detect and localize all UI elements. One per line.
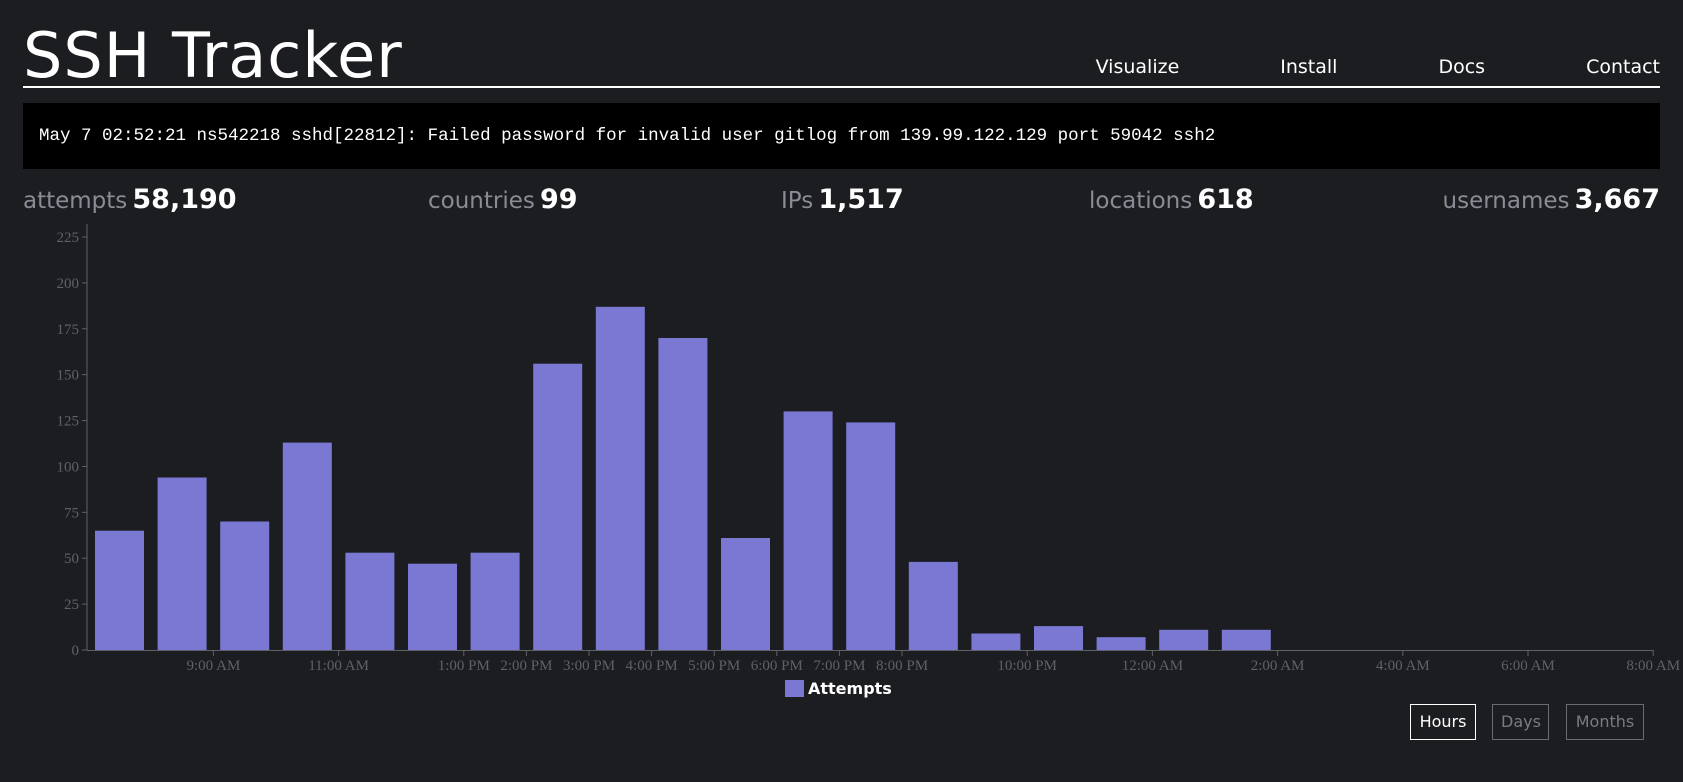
y-tick-label: 125 — [57, 414, 80, 430]
stat-value: 99 — [539, 184, 578, 215]
chart-bar — [783, 411, 833, 650]
chart-bar — [1096, 637, 1146, 650]
chart-bar — [1034, 626, 1083, 650]
y-tick-label: 175 — [57, 322, 80, 338]
stat-value: 58,190 — [132, 184, 237, 215]
y-tick-label: 100 — [57, 459, 80, 475]
y-tick-label: 75 — [64, 505, 79, 521]
chart-bar — [533, 363, 583, 650]
x-tick-label: 7:00 PM — [813, 658, 865, 672]
x-tick-label: 1:00 PM — [438, 658, 490, 672]
chart-bar — [282, 442, 332, 650]
chart-bar — [846, 422, 896, 650]
y-tick-label: 25 — [64, 597, 79, 613]
x-tick-label: 3:00 PM — [563, 658, 615, 672]
chart-bar — [220, 521, 270, 650]
y-tick-label: 225 — [57, 230, 80, 246]
chart-legend[interactable]: Attempts — [785, 678, 892, 698]
y-tick-label: 50 — [64, 551, 79, 567]
stat-label: locations — [1089, 188, 1193, 214]
x-tick-label: 5:00 PM — [688, 658, 740, 672]
chart-bar — [721, 538, 770, 650]
stat-ips: IPs 1,517 — [781, 183, 904, 220]
stat-usernames: usernames 3,667 — [1443, 183, 1660, 220]
x-tick-label: 2:00 AM — [1251, 658, 1305, 672]
x-tick-label: 6:00 PM — [751, 658, 803, 672]
legend-label: Attempts — [808, 678, 892, 698]
site-header: SSH Tracker Visualize Install Docs Conta… — [23, 0, 1660, 92]
x-tick-label: 6:00 AM — [1501, 658, 1555, 672]
site-title[interactable]: SSH Tracker — [23, 18, 403, 94]
y-tick-label: 200 — [57, 276, 80, 292]
live-log-panel: May 7 02:52:21 ns542218 sshd[22812]: Fai… — [23, 103, 1660, 169]
chart-bar — [157, 477, 207, 650]
chart-bar — [95, 530, 144, 650]
chart-bar — [408, 563, 457, 650]
legend-swatch — [785, 679, 804, 697]
range-days-button[interactable]: Days — [1492, 704, 1549, 740]
stat-value: 3,667 — [1574, 184, 1660, 215]
y-tick-label: 150 — [57, 368, 80, 384]
nav-link-contact[interactable]: Contact — [1586, 55, 1660, 79]
stat-label: usernames — [1442, 188, 1570, 214]
chart-bar — [470, 552, 520, 650]
stat-countries: countries 99 — [428, 183, 578, 220]
log-line: May 7 02:52:21 ns542218 sshd[22812]: Fai… — [39, 126, 1216, 146]
chart-bar — [595, 306, 645, 650]
main-nav: Visualize Install Docs Contact — [995, 55, 1660, 79]
chart-bar — [971, 633, 1021, 650]
x-tick-label: 11:00 AM — [308, 658, 369, 672]
x-tick-label: 12:00 AM — [1122, 658, 1183, 672]
attempts-chart-svg: 0 25 50 75 100 125 150 175 200 225 9:00 AM 11:00 AM… — [57, 224, 1680, 672]
chart-bar — [1159, 629, 1209, 650]
chart-bar — [1221, 629, 1271, 650]
attempts-chart: 0 25 50 75 100 125 150 175 200 225 9:00 AM 11:00 AM… — [0, 222, 1683, 712]
stat-attempts: attempts 58,190 — [23, 183, 237, 220]
stat-label: IPs — [781, 188, 814, 214]
stat-value: 1,517 — [818, 184, 904, 215]
chart-bar — [908, 561, 958, 650]
nav-link-visualize[interactable]: Visualize — [1096, 55, 1180, 79]
stat-value: 618 — [1197, 184, 1254, 215]
page: SSH Tracker Visualize Install Docs Conta… — [0, 0, 1683, 782]
stat-label: attempts — [23, 188, 128, 214]
x-tick-label: 9:00 AM — [187, 658, 241, 672]
chart-bar — [345, 552, 395, 650]
x-tick-label: 8:00 AM — [1626, 658, 1680, 672]
y-tick-label: 0 — [72, 643, 80, 659]
chart-bar — [658, 338, 708, 650]
x-tick-label: 4:00 PM — [626, 658, 678, 672]
stat-label: countries — [428, 188, 535, 214]
range-hours-button[interactable]: Hours — [1410, 704, 1476, 740]
nav-link-install[interactable]: Install — [1280, 55, 1337, 79]
stats-bar: attempts 58,190 countries 99 IPs 1,517 l… — [23, 183, 1660, 217]
x-tick-label: 10:00 PM — [997, 658, 1057, 672]
x-tick-label: 8:00 PM — [876, 658, 928, 672]
nav-link-docs[interactable]: Docs — [1438, 55, 1485, 79]
x-tick-label: 4:00 AM — [1376, 658, 1430, 672]
range-months-button[interactable]: Months — [1566, 704, 1644, 740]
stat-locations: locations 618 — [1089, 183, 1254, 220]
x-tick-label: 2:00 PM — [500, 658, 552, 672]
